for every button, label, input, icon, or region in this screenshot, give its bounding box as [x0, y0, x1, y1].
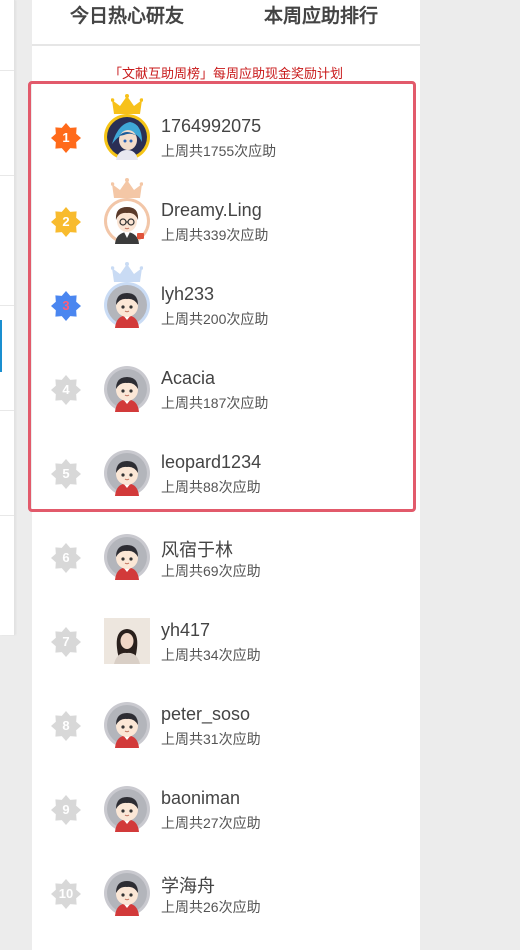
divider — [0, 305, 14, 306]
rank-badge-icon: 10 — [50, 878, 82, 910]
rank-badge-icon: 5 — [50, 458, 82, 490]
ranking-row[interactable]: 5 leopard1234 上周共88次应助 — [32, 434, 420, 518]
weekly-help-count: 上周共339次应助 — [161, 227, 269, 243]
username-link[interactable]: 学海舟 — [161, 872, 215, 898]
username-link[interactable]: leopard1234 — [161, 452, 261, 473]
tab-today-helpers[interactable]: 今日热心研友 — [70, 2, 184, 32]
weekly-help-count: 上周共31次应助 — [161, 731, 261, 747]
rank-badge-icon: 7 — [50, 626, 82, 658]
rank-badge-icon: 3 — [50, 290, 82, 322]
divider — [0, 515, 14, 516]
rank-badge-icon: 9 — [50, 794, 82, 826]
tab-bar: 今日热心研友 本周应助排行 — [32, 0, 420, 46]
username-link[interactable]: Acacia — [161, 368, 215, 389]
tab-weekly-ranking[interactable]: 本周应助排行 — [264, 2, 378, 32]
user-avatar[interactable] — [104, 450, 150, 496]
rank-number: 3 — [62, 298, 70, 313]
ranking-row[interactable]: 7 yh417 上周共34次应助 — [32, 602, 420, 686]
username-link[interactable]: peter_soso — [161, 704, 250, 725]
weekly-help-count: 上周共34次应助 — [161, 647, 261, 663]
ranking-row[interactable]: 3 lyh233 上周共200次应助 — [32, 262, 420, 350]
ranking-row[interactable]: 6 风宿于林 上周共69次应助 — [32, 518, 420, 602]
ranking-row[interactable]: 10 学海舟 上周共26次应助 — [32, 854, 420, 938]
weekly-help-count: 上周共69次应助 — [161, 563, 261, 579]
weekly-help-count: 上周共1755次应助 — [161, 143, 277, 159]
divider — [0, 410, 14, 411]
divider — [0, 175, 14, 176]
reward-notice-link[interactable]: 「文献互助周榜」每周应助现金奖励计划 — [32, 64, 420, 84]
user-avatar[interactable] — [104, 534, 150, 580]
ranking-row[interactable]: 1 1764992075 上周共1755次应助 — [32, 94, 420, 182]
weekly-help-count: 上周共27次应助 — [161, 815, 261, 831]
divider — [0, 70, 14, 71]
ranking-row[interactable]: 4 Acacia 上周共187次应助 — [32, 350, 420, 434]
user-avatar[interactable] — [104, 870, 150, 916]
ranking-row[interactable]: 9 baoniman 上周共27次应助 — [32, 770, 420, 854]
weekly-help-count: 上周共26次应助 — [161, 899, 261, 915]
rank-number: 7 — [62, 634, 70, 649]
weekly-help-count: 上周共187次应助 — [161, 395, 269, 411]
user-avatar[interactable] — [104, 366, 150, 412]
weekly-help-count: 上周共200次应助 — [161, 311, 269, 327]
username-link[interactable]: 1764992075 — [161, 116, 261, 137]
rank-number: 10 — [58, 886, 74, 901]
user-avatar[interactable] — [104, 618, 150, 664]
active-indicator — [0, 320, 2, 372]
rank-number: 2 — [62, 214, 70, 229]
user-avatar[interactable] — [104, 786, 150, 832]
crown-icon — [110, 178, 144, 200]
username-link[interactable]: 风宿于林 — [161, 536, 233, 562]
rank-badge-icon: 6 — [50, 542, 82, 574]
rank-badge-icon: 8 — [50, 710, 82, 742]
rank-number: 5 — [62, 466, 70, 481]
left-panel-edge — [0, 0, 15, 635]
ranking-row[interactable]: 8 peter_soso 上周共31次应助 — [32, 686, 420, 770]
user-avatar[interactable] — [104, 114, 150, 160]
weekly-help-count: 上周共88次应助 — [161, 479, 261, 495]
ranking-row[interactable]: 2 Dreamy.Ling 上周共339次应助 — [32, 178, 420, 266]
rank-badge-icon: 4 — [50, 374, 82, 406]
rank-number: 9 — [62, 802, 70, 817]
user-avatar[interactable] — [104, 282, 150, 328]
crown-icon — [110, 94, 144, 116]
username-link[interactable]: baoniman — [161, 788, 240, 809]
rank-badge-icon: 1 — [50, 122, 82, 154]
rank-number: 8 — [62, 718, 70, 733]
user-avatar[interactable] — [104, 702, 150, 748]
rank-badge-icon: 2 — [50, 206, 82, 238]
username-link[interactable]: lyh233 — [161, 284, 214, 305]
rank-number: 4 — [62, 382, 70, 397]
username-link[interactable]: yh417 — [161, 620, 210, 641]
rank-number: 6 — [62, 550, 70, 565]
rank-number: 1 — [62, 130, 70, 145]
username-link[interactable]: Dreamy.Ling — [161, 200, 262, 221]
crown-icon — [110, 262, 144, 284]
user-avatar[interactable] — [104, 198, 150, 244]
